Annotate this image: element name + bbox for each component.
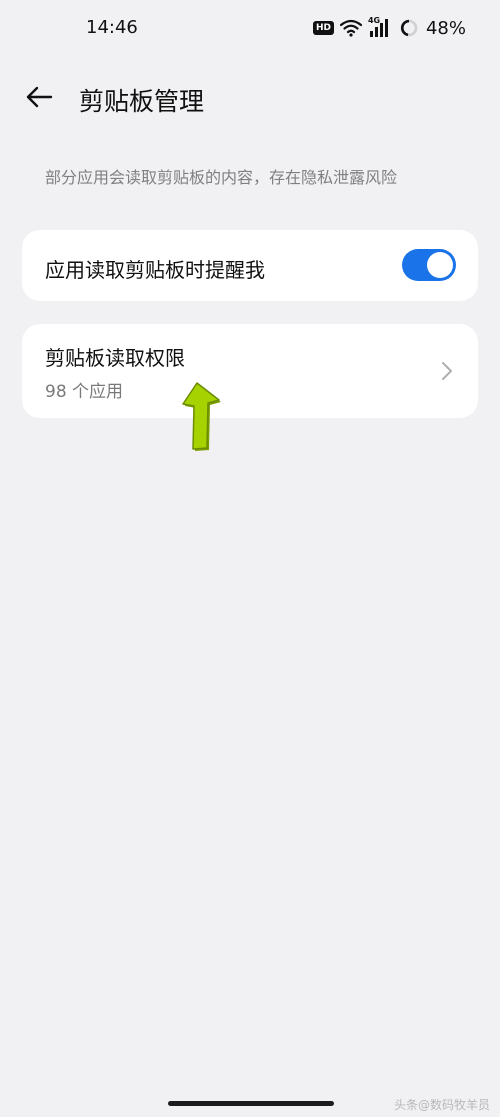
watermark: 头条@数码牧羊员: [393, 1098, 490, 1112]
back-button[interactable]: [22, 80, 56, 114]
arrow-left-icon: [26, 86, 53, 108]
notify-toggle-label: 应用读取剪贴板时提醒我: [45, 258, 265, 282]
green-up-arrow-icon: [182, 382, 221, 451]
status-icons: HD 4G 48%: [312, 14, 466, 42]
status-time: 14:46: [86, 17, 138, 38]
permission-app-count: 98 个应用: [45, 382, 124, 402]
wifi-icon: [339, 19, 362, 37]
clipboard-permission-item[interactable]: 剪贴板读取权限 98 个应用: [22, 324, 478, 418]
header: 剪贴板管理: [0, 70, 500, 124]
battery-percentage: 48%: [425, 17, 466, 39]
page-title: 剪贴板管理: [79, 87, 205, 116]
notify-toggle-switch[interactable]: [402, 249, 456, 281]
signal-icon: 4G: [368, 16, 394, 38]
status-bar: 14:46 HD 4G 48%: [0, 0, 500, 56]
battery-ring-icon: [400, 19, 418, 37]
notify-toggle-card: 应用读取剪贴板时提醒我: [22, 230, 478, 301]
privacy-description: 部分应用会读取剪贴板的内容，存在隐私泄露风险: [45, 168, 398, 187]
hd-icon: HD: [312, 21, 334, 35]
switch-knob: [427, 252, 453, 278]
permission-label: 剪贴板读取权限: [45, 346, 185, 370]
chevron-right-icon: [442, 362, 452, 380]
home-indicator[interactable]: [168, 1101, 334, 1106]
